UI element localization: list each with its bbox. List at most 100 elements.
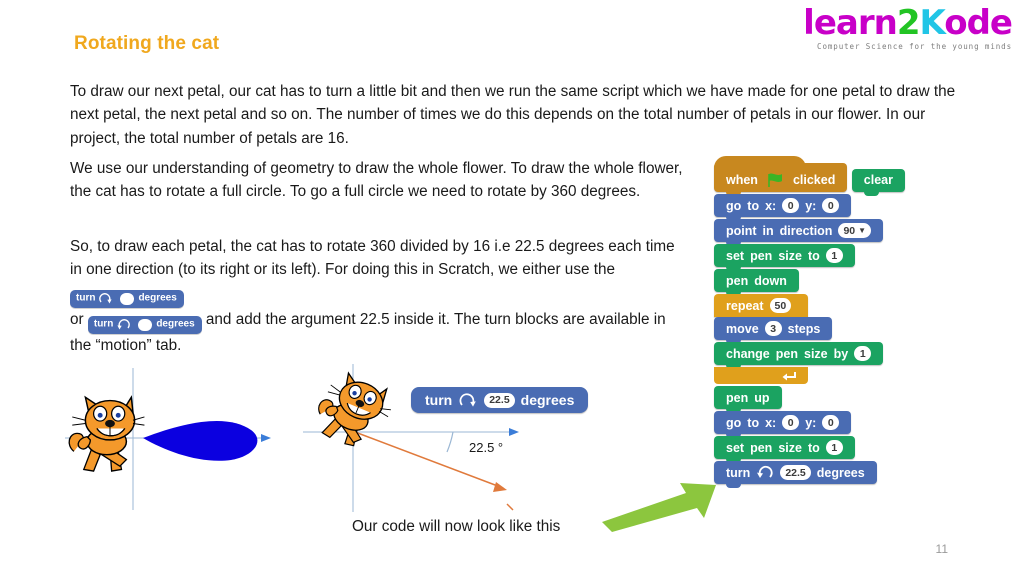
block-clear[interactable]: clear bbox=[851, 168, 905, 196]
logo-wordmark: learn2Kode bbox=[803, 3, 1013, 43]
goto-input-y-2[interactable]: 0 bbox=[822, 415, 840, 430]
petal-shape-left bbox=[143, 420, 258, 461]
clicked-label: clicked bbox=[792, 173, 836, 187]
point-direction-dropdown[interactable]: 90 ▼ bbox=[838, 223, 872, 238]
repeat-input-count[interactable]: 50 bbox=[769, 298, 792, 313]
slide-title: Rotating the cat bbox=[74, 33, 220, 54]
move-label: move bbox=[726, 321, 759, 336]
green-flag-icon bbox=[768, 173, 782, 187]
block-go-to-xy-2[interactable]: go to x: 0 y: 0 bbox=[714, 411, 852, 438]
slide-canvas: learn2Kode Computer Science for the youn… bbox=[0, 0, 1024, 576]
repeat-inner-stack: move 3 steps change pen size by 1 bbox=[714, 317, 884, 369]
goto-word-go-2: go bbox=[726, 415, 742, 430]
pendown-word-down: down bbox=[754, 273, 787, 288]
changepen-input[interactable]: 1 bbox=[854, 346, 872, 361]
illus-turn-label: turn bbox=[425, 392, 453, 408]
goto-input-x-2[interactable]: 0 bbox=[782, 415, 800, 430]
logo-text-two: 2 bbox=[896, 3, 921, 43]
green-pointer-arrow bbox=[600, 482, 718, 537]
block-turn-degrees[interactable]: turn 22.5 degrees bbox=[714, 461, 877, 488]
goto-label-x-1: x: bbox=[765, 198, 777, 213]
changepen-word-pen: pen bbox=[775, 346, 798, 361]
setpen-word-set-2: set bbox=[726, 440, 745, 455]
inline-turn-label-ccw: turn bbox=[93, 318, 114, 330]
goto-label-x-2: x: bbox=[765, 415, 777, 430]
inline-turn-value-ccw[interactable] bbox=[138, 318, 153, 331]
angle-arc bbox=[446, 431, 454, 453]
changepen-word-by: by bbox=[833, 346, 849, 361]
block-pen-down[interactable]: pen down bbox=[714, 269, 799, 296]
goto-input-y-1[interactable]: 0 bbox=[822, 198, 840, 213]
setpen-input-1[interactable]: 1 bbox=[825, 248, 843, 263]
setpen-input-2[interactable]: 1 bbox=[825, 440, 843, 455]
axis-arrow-left bbox=[261, 434, 271, 442]
illustration-area: 22.5 ° bbox=[55, 360, 615, 520]
rotated-direction-arrow bbox=[493, 482, 507, 492]
goto-label-y-1: y: bbox=[805, 198, 817, 213]
penup-word-up: up bbox=[754, 390, 770, 405]
move-input-steps[interactable]: 3 bbox=[764, 321, 782, 336]
illustration-svg: 22.5 ° bbox=[65, 364, 519, 512]
chevron-down-icon: ▼ bbox=[858, 226, 867, 235]
penup-word-pen: pen bbox=[726, 390, 749, 405]
inline-turn-block-clockwise[interactable]: turn degrees bbox=[70, 290, 184, 308]
block-move-steps[interactable]: move 3 steps bbox=[714, 317, 833, 344]
turn-counterclockwise-icon bbox=[757, 465, 773, 478]
point-direction-value: 90 bbox=[843, 224, 856, 237]
block-repeat[interactable]: repeat 50 move 3 steps change pen size b… bbox=[714, 294, 884, 384]
move-word-steps: steps bbox=[787, 321, 821, 336]
setpen-word-set-1: set bbox=[726, 248, 745, 263]
repeat-body: move 3 steps change pen size by 1 bbox=[714, 317, 884, 369]
turn-clockwise-icon bbox=[459, 392, 477, 407]
loop-arrow-icon bbox=[782, 371, 796, 380]
illustration-turn-block[interactable]: turn 22.5 degrees bbox=[411, 387, 589, 415]
setpen-word-to-1: to bbox=[807, 248, 820, 263]
block-pen-up[interactable]: pen up bbox=[714, 386, 782, 413]
pendown-word-pen: pen bbox=[726, 273, 749, 288]
inline-turn-label-cw: turn bbox=[76, 292, 96, 304]
changepen-word-change: change bbox=[726, 346, 770, 361]
block-point-in-direction[interactable]: point in direction 90 ▼ bbox=[714, 219, 884, 246]
point-word-in: in bbox=[762, 223, 774, 238]
point-word-point: point bbox=[726, 223, 757, 238]
turn-counterclockwise-icon bbox=[117, 319, 131, 330]
logo-tagline: Computer Science for the young minds bbox=[817, 42, 1012, 51]
inline-turn-unit-ccw: degrees bbox=[156, 318, 195, 330]
inline-turn-block-counterclockwise[interactable]: turn degrees bbox=[87, 316, 202, 334]
illus-turn-unit: degrees bbox=[520, 392, 575, 408]
goto-word-to-1: to bbox=[747, 198, 760, 213]
hat-block-top bbox=[714, 156, 806, 168]
goto-label-y-2: y: bbox=[805, 415, 817, 430]
scratch-script-stack[interactable]: when clicked clear go to x: 0 y: 0 point… bbox=[714, 156, 905, 488]
block-set-pen-size-1[interactable]: set pen size to 1 bbox=[714, 244, 855, 271]
setpen-word-size-2: size bbox=[778, 440, 802, 455]
block-go-to-xy-1[interactable]: go to x: 0 y: 0 bbox=[714, 194, 852, 221]
repeat-footer bbox=[714, 367, 808, 384]
paragraph-rotation-part-a: So, to draw each petal, the cat has to r… bbox=[70, 238, 675, 279]
turn-unit-label: degrees bbox=[816, 465, 865, 480]
paragraph-intro: To draw our next petal, our cat has to t… bbox=[70, 83, 956, 147]
turn-input-degrees[interactable]: 22.5 bbox=[780, 465, 811, 480]
setpen-word-to-2: to bbox=[807, 440, 820, 455]
goto-word-go-1: go bbox=[726, 198, 742, 213]
block-when-flag-clicked[interactable]: when clicked bbox=[714, 156, 848, 196]
repeat-header[interactable]: repeat 50 bbox=[714, 294, 808, 317]
logo-text-ode: ode bbox=[944, 3, 1013, 43]
point-word-direction: direction bbox=[779, 223, 833, 238]
goto-word-to-2: to bbox=[747, 415, 760, 430]
paragraph-rotation-part-b: or bbox=[70, 310, 84, 328]
setpen-word-pen-2: pen bbox=[750, 440, 773, 455]
block-set-pen-size-2[interactable]: set pen size to 1 bbox=[714, 436, 855, 463]
inline-turn-unit-cw: degrees bbox=[138, 292, 177, 304]
paragraph-geometry: We use our understanding of geometry to … bbox=[70, 160, 683, 201]
inline-turn-value-cw[interactable] bbox=[120, 292, 135, 305]
goto-input-x-1[interactable]: 0 bbox=[782, 198, 800, 213]
illus-turn-value[interactable]: 22.5 bbox=[484, 392, 515, 408]
changepen-word-size: size bbox=[804, 346, 828, 361]
code-caption: Our code will now look like this bbox=[352, 518, 561, 535]
block-change-pen-size[interactable]: change pen size by 1 bbox=[714, 342, 884, 369]
scratch-cat-right bbox=[318, 371, 391, 447]
turn-label: turn bbox=[726, 465, 751, 480]
turn-clockwise-icon bbox=[99, 293, 113, 304]
setpen-word-size-1: size bbox=[778, 248, 802, 263]
